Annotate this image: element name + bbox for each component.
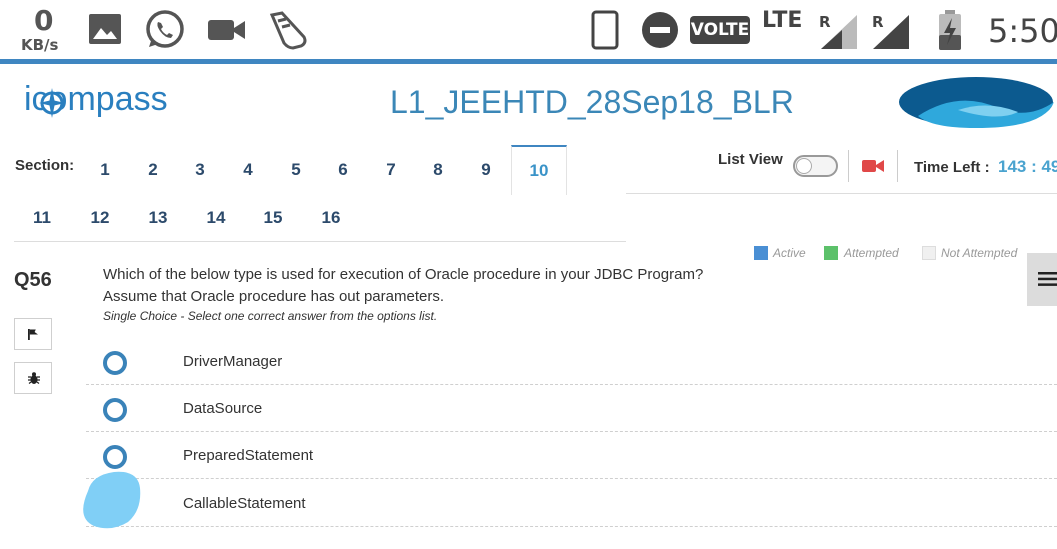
legend-attempted-label: Attempted: [844, 246, 899, 260]
question-text-line: Assume that Oracle procedure has out par…: [103, 288, 445, 305]
answer-option[interactable]: CallableStatement: [86, 480, 1057, 527]
hamburger-menu-icon: [1038, 272, 1057, 286]
section-divider: [14, 241, 626, 242]
answer-option[interactable]: PreparedStatement: [86, 432, 1057, 479]
section-tab-9[interactable]: 9: [466, 160, 506, 180]
status-bar: 0 KB/s VOLTE LTE R R 5:50: [0, 0, 1057, 60]
battery-charging-icon: [939, 10, 961, 50]
status-bar-divider: [0, 59, 1057, 64]
icompass-logo: icompass: [24, 80, 199, 130]
whatsapp-icon: [146, 10, 184, 48]
touch-highlight: [83, 471, 141, 529]
option-label: CallableStatement: [183, 495, 306, 512]
video-camera-icon[interactable]: [862, 158, 884, 174]
section-tab-10[interactable]: 10: [519, 161, 559, 181]
section-tab-16[interactable]: 16: [311, 208, 351, 228]
option-divider: [86, 478, 1057, 479]
section-tab-1[interactable]: 1: [85, 160, 125, 180]
time-left-value: 143 : 49: [998, 157, 1057, 176]
flag-button[interactable]: [14, 318, 52, 350]
bug-icon: [28, 372, 40, 384]
net-speed-unit: KB/s: [21, 36, 59, 54]
legend-attempted-swatch: [824, 246, 838, 260]
option-radio[interactable]: [103, 351, 127, 375]
question-text: Which of the below type is used for exec…: [103, 264, 803, 308]
toggle-knob: [796, 158, 812, 174]
option-divider: [86, 526, 1057, 527]
question-panel-toggle[interactable]: [1027, 253, 1057, 306]
net-speed-value: 0: [34, 4, 54, 37]
lte-label: LTE: [762, 8, 803, 33]
status-clock: 5:50: [988, 12, 1057, 50]
legend-not-attempted-swatch: [922, 246, 936, 260]
legend-active-label: Active: [773, 246, 806, 260]
section-tab-4[interactable]: 4: [228, 160, 268, 180]
list-view-label: List View: [718, 151, 783, 168]
phone-icon: [591, 10, 619, 50]
section-tab-13[interactable]: 13: [138, 208, 178, 228]
section-label: Section:: [15, 157, 75, 174]
do-not-disturb-icon: [642, 12, 678, 48]
vertical-divider: [848, 150, 849, 182]
option-label: PreparedStatement: [183, 447, 314, 464]
time-left-label: Time Left :: [914, 159, 990, 176]
signal-icon: [821, 15, 857, 49]
hand-icon: [269, 11, 307, 50]
list-view-toggle[interactable]: [793, 155, 838, 177]
section-tab-12[interactable]: 12: [80, 208, 120, 228]
option-label: DriverManager: [183, 353, 283, 370]
gallery-icon: [89, 14, 121, 44]
compass-icon: [39, 88, 65, 118]
legend-active-swatch: [754, 246, 768, 260]
section-tab-15[interactable]: 15: [253, 208, 293, 228]
report-bug-button[interactable]: [14, 362, 52, 394]
option-radio[interactable]: [103, 445, 127, 469]
section-tab-11[interactable]: 11: [22, 208, 62, 228]
section-tab-3[interactable]: 3: [180, 160, 220, 180]
section-tab-2[interactable]: 2: [133, 160, 173, 180]
video-call-icon: [208, 20, 245, 40]
volte-badge: VOLTE: [690, 16, 750, 44]
section-tab-8[interactable]: 8: [418, 160, 458, 180]
section-tab-14[interactable]: 14: [196, 208, 236, 228]
option-radio[interactable]: [103, 398, 127, 422]
answer-option[interactable]: DriverManager: [86, 338, 1057, 385]
section-tab-5[interactable]: 5: [276, 160, 316, 180]
vertical-divider: [897, 150, 898, 182]
page-title: L1_JEEHTD_28Sep18_BLR: [390, 84, 794, 120]
section-tab-6[interactable]: 6: [323, 160, 363, 180]
answer-option[interactable]: DataSource: [86, 385, 1057, 432]
flag-icon: [28, 329, 38, 340]
legend-not-attempted-label: Not Attempted: [941, 246, 1018, 260]
option-label: DataSource: [183, 400, 263, 417]
brand-logo: [899, 77, 1054, 128]
signal-icon: [873, 15, 909, 49]
question-type-hint: Single Choice - Select one correct answe…: [103, 309, 438, 323]
question-text-line: Which of the below type is used for exec…: [103, 266, 704, 283]
header-divider: [626, 193, 1057, 194]
question-number: Q56: [14, 269, 52, 291]
section-tab-7[interactable]: 7: [371, 160, 411, 180]
